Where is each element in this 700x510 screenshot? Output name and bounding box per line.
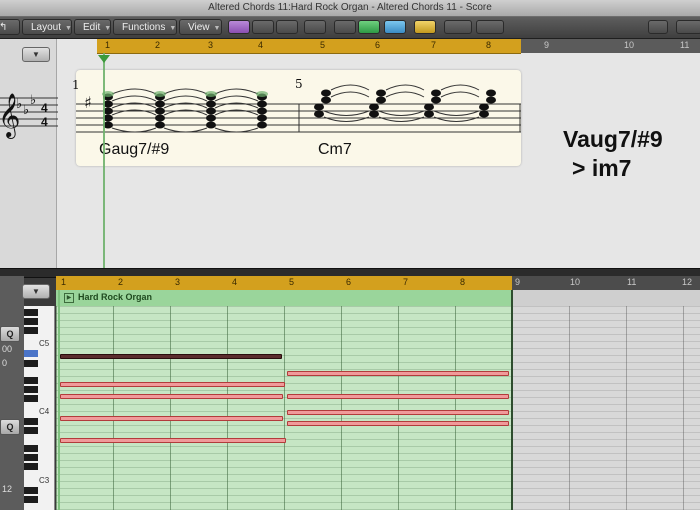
page-view-icon[interactable]	[252, 20, 274, 34]
functions-menu[interactable]: Functions ▼	[113, 19, 177, 35]
score-inspector: ▼	[0, 39, 57, 268]
region-name: Hard Rock Organ	[78, 292, 153, 302]
midi-in-icon[interactable]	[334, 20, 356, 34]
chord-symbol-cm7[interactable]: Cm7	[318, 141, 352, 159]
piano-roll-grid[interactable]	[56, 306, 512, 510]
svg-text:4: 4	[41, 115, 48, 129]
midi-out-icon[interactable]	[358, 20, 380, 34]
piano-roll-collapse-button[interactable]: ▼	[22, 284, 50, 299]
snap-icon[interactable]	[304, 20, 326, 34]
midi-note[interactable]	[60, 394, 283, 399]
region-end-marker[interactable]	[511, 290, 513, 510]
midi-note[interactable]	[287, 410, 509, 415]
edit-menu[interactable]: Edit ▼	[74, 19, 111, 35]
pointer-tool-icon[interactable]	[444, 20, 472, 34]
svg-text:4: 4	[41, 101, 48, 115]
score-bar-ruler[interactable]: 1 2 3 4 5 6 7 8	[97, 39, 521, 54]
piano-roll-grid-outside-region[interactable]	[512, 306, 700, 510]
annotation-line-1: Vaug7/#9	[563, 126, 663, 152]
zoom-horizontal-icon[interactable]	[676, 20, 700, 34]
midi-note[interactable]	[60, 416, 283, 421]
layout-menu[interactable]: Layout ▼	[22, 19, 72, 35]
score-bar-ruler-inactive: 9 10 11	[521, 39, 700, 53]
quantize-button-2[interactable]: Q	[0, 419, 20, 435]
quantize-button[interactable]: Q	[0, 326, 20, 342]
piano-roll-left-panel: ▼ Q 00 0 Q 12	[0, 276, 50, 510]
toolbar: ↰ Layout ▼ Edit ▼ Functions ▼ View ▼	[0, 17, 700, 39]
midi-note[interactable]	[60, 438, 286, 443]
piano-roll-playhead[interactable]	[58, 290, 60, 510]
zoom-vertical-icon[interactable]	[648, 20, 668, 34]
collapse-button[interactable]: ▼	[22, 47, 50, 62]
bar-number-1: 1	[72, 78, 80, 92]
chord-symbol-gaug7[interactable]: Gaug7/#9	[99, 141, 169, 159]
midi-note[interactable]	[60, 382, 285, 387]
playhead-marker-icon[interactable]	[98, 55, 110, 63]
svg-text:♭: ♭	[30, 93, 36, 108]
window-title: Altered Chords 11:Hard Rock Organ - Alte…	[0, 0, 700, 17]
midi-note[interactable]	[60, 354, 282, 359]
filter-icon[interactable]	[384, 20, 406, 34]
region-play-icon[interactable]: ▶	[64, 293, 74, 303]
region-header-inactive	[512, 290, 700, 307]
side-value-0: 0	[2, 358, 8, 368]
clef-key-signature: 𝄞 ♭ ♭ ♭ 4 4	[0, 93, 58, 139]
svg-text:♯: ♯	[84, 93, 92, 112]
region-header[interactable]: ▶ Hard Rock Organ	[56, 290, 512, 307]
side-value-00: 00	[2, 344, 13, 354]
side-value-12: 12	[2, 484, 13, 494]
score-page: ♯ 1 5 Gaug7/#9 Cm7	[72, 70, 521, 166]
view-menu[interactable]: View ▼	[179, 19, 222, 35]
midi-note[interactable]	[287, 371, 509, 376]
bar-number-5: 5	[295, 77, 303, 91]
link-icon[interactable]	[414, 20, 436, 34]
piano-keyboard[interactable]: C5 C4 C3	[24, 306, 55, 510]
key-label-c4: C4	[39, 407, 50, 416]
piano-roll-bar-ruler[interactable]: 1 2 3 4 5 6 7 8	[56, 276, 512, 291]
key-label-c5: C5	[39, 339, 50, 348]
back-button[interactable]: ↰	[0, 19, 20, 35]
linear-view-icon[interactable]	[228, 20, 250, 34]
midi-note[interactable]	[287, 394, 509, 399]
svg-text:♭: ♭	[16, 97, 22, 112]
annotation-line-2: > im7	[572, 155, 632, 181]
svg-text:♭: ♭	[23, 103, 29, 118]
piano-roll-bar-ruler-inactive: 9 10 11 12	[512, 276, 700, 290]
key-label-c3: C3	[39, 476, 50, 485]
print-view-icon[interactable]	[276, 20, 298, 34]
pencil-tool-icon[interactable]	[476, 20, 504, 34]
score-playhead[interactable]	[103, 53, 105, 268]
midi-note[interactable]	[287, 421, 509, 426]
